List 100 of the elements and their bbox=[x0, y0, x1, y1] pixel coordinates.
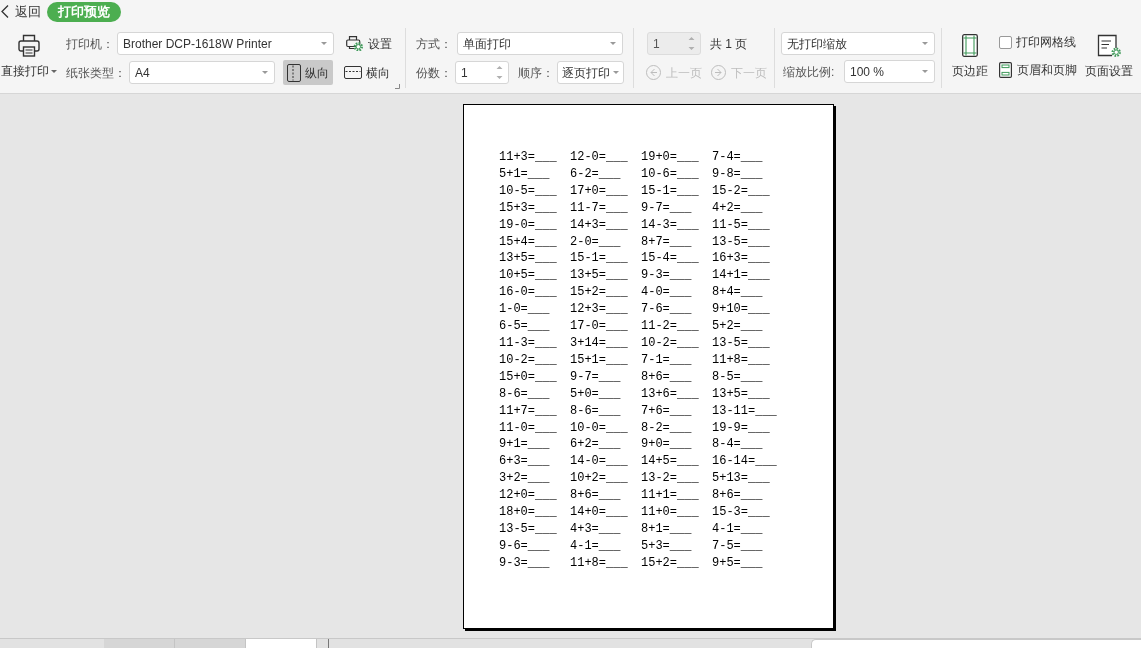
math-problem: 15-2=___ bbox=[712, 182, 771, 200]
math-problem: 11+7=___ bbox=[499, 402, 558, 420]
math-problem: 15-1=___ bbox=[641, 182, 700, 200]
math-problem: 7-4=___ bbox=[712, 149, 764, 166]
math-problem: 16+3=___ bbox=[712, 250, 771, 268]
header-footer-button[interactable]: 页眉和页脚 bbox=[999, 62, 1077, 78]
math-problem: 9+0=___ bbox=[641, 436, 693, 454]
math-problem: 15+4=___ bbox=[499, 233, 558, 251]
math-problem: 19-0=___ bbox=[499, 216, 558, 234]
math-problem: 15-4=___ bbox=[641, 250, 700, 268]
math-problem: 15-3=___ bbox=[712, 504, 771, 521]
math-problem: 18+0=___ bbox=[499, 504, 558, 521]
sheet-tab[interactable] bbox=[246, 639, 317, 648]
math-problem: 11-0=___ bbox=[499, 419, 558, 437]
math-problem: 13-5=___ bbox=[712, 334, 771, 352]
page-margins-button[interactable]: 页边距 bbox=[949, 23, 991, 93]
math-problem: 11-7=___ bbox=[570, 199, 629, 217]
math-problem: 8-6=___ bbox=[570, 402, 622, 420]
math-problem: 13+6=___ bbox=[641, 385, 700, 403]
math-problem: 9+10=___ bbox=[712, 301, 771, 319]
math-problem: 5+1=___ bbox=[499, 165, 551, 183]
math-problem: 10-5=___ bbox=[499, 182, 558, 200]
horizontal-scrollbar[interactable] bbox=[811, 639, 1141, 648]
portrait-button[interactable]: 纵向 bbox=[283, 60, 333, 85]
print-mode-dropdown[interactable]: 单面打印 bbox=[457, 32, 623, 55]
printer-gear-icon bbox=[346, 36, 363, 51]
dropdown-caret-icon bbox=[922, 70, 928, 73]
page-count-label: 共 1 页 bbox=[710, 35, 748, 53]
math-problem: 4-0=___ bbox=[641, 284, 693, 302]
print-mode-label: 方式： bbox=[416, 35, 453, 53]
zoom-ratio-label: 缩放比例: bbox=[783, 63, 836, 81]
math-problem: 12-0=___ bbox=[570, 149, 629, 166]
math-problem: 11+0=___ bbox=[641, 504, 700, 521]
math-problem: 15+2=___ bbox=[641, 554, 700, 572]
math-problem: 14+0=___ bbox=[570, 504, 629, 521]
page-setup-button[interactable]: 页面设置 bbox=[1085, 23, 1133, 93]
print-scaling-dropdown[interactable]: 无打印缩放 bbox=[781, 32, 935, 55]
math-problem: 10-2=___ bbox=[641, 334, 700, 352]
math-problem: 15-1=___ bbox=[570, 250, 629, 268]
math-problem: 10-2=___ bbox=[499, 351, 558, 369]
printer-dropdown[interactable]: Brother DCP-1618W Printer bbox=[117, 32, 334, 55]
math-problem: 13+5=___ bbox=[570, 267, 629, 285]
math-problem: 4+2=___ bbox=[712, 199, 764, 217]
math-problem: 5+3=___ bbox=[641, 537, 693, 555]
math-problem: 10+2=___ bbox=[570, 470, 629, 488]
dropdown-caret-icon bbox=[613, 71, 619, 74]
copies-field[interactable]: 1 bbox=[455, 61, 509, 84]
dropdown-caret-icon bbox=[51, 69, 57, 73]
math-problem: 3+14=___ bbox=[570, 334, 629, 352]
math-problem: 8+6=___ bbox=[641, 368, 693, 386]
math-problem: 13-5=___ bbox=[499, 520, 558, 538]
spinner-arrows-icon[interactable] bbox=[496, 65, 503, 80]
math-problem: 14+5=___ bbox=[641, 453, 700, 471]
math-problem: 16-0=___ bbox=[499, 284, 558, 302]
math-problem: 17-0=___ bbox=[570, 318, 629, 335]
checkbox-label[interactable]: 打印网格线 bbox=[1016, 33, 1076, 51]
math-problem: 11-2=___ bbox=[641, 318, 700, 335]
checkbox[interactable] bbox=[999, 35, 1012, 49]
print-order-dropdown[interactable]: 逐页打印 bbox=[557, 61, 624, 84]
left-arrow-circle-icon bbox=[646, 65, 661, 80]
math-problem: 12+0=___ bbox=[499, 487, 558, 505]
math-problem: 6+2=___ bbox=[570, 436, 622, 454]
math-problem: 7+6=___ bbox=[641, 402, 693, 420]
math-problem: 6+3=___ bbox=[499, 453, 551, 471]
direct-print-button[interactable]: 直接打印 bbox=[0, 23, 58, 93]
math-problem: 19-9=___ bbox=[712, 419, 771, 437]
math-problem: 15+2=___ bbox=[570, 284, 629, 302]
back-button[interactable]: 返回 bbox=[0, 1, 43, 22]
math-problem: 11+3=___ bbox=[499, 149, 558, 166]
paper-size-dropdown[interactable]: A4 bbox=[129, 61, 275, 84]
zoom-ratio-dropdown[interactable]: 100 % bbox=[844, 60, 935, 83]
dialog-launcher-icon[interactable] bbox=[395, 84, 400, 89]
order-label: 顺序： bbox=[518, 64, 555, 82]
math-problem: 13+5=___ bbox=[499, 250, 558, 268]
dropdown-caret-icon bbox=[262, 71, 268, 74]
math-problem: 15+3=___ bbox=[499, 199, 558, 217]
math-problem: 12+3=___ bbox=[570, 301, 629, 319]
math-problem: 8+6=___ bbox=[570, 487, 622, 505]
math-problem: 15+0=___ bbox=[499, 368, 558, 386]
math-problem: 4-1=___ bbox=[570, 537, 622, 555]
math-problem: 9-6=___ bbox=[499, 537, 551, 555]
math-problem: 8-5=___ bbox=[712, 368, 764, 386]
landscape-button[interactable]: 横向 bbox=[340, 60, 394, 85]
sheet-tab[interactable] bbox=[175, 639, 246, 648]
sheet-tab[interactable] bbox=[104, 639, 175, 648]
math-problem: 11-5=___ bbox=[712, 216, 771, 234]
math-problem: 13-5=___ bbox=[712, 233, 771, 251]
copies-label: 份数： bbox=[416, 64, 453, 82]
math-problem: 1-0=___ bbox=[499, 301, 551, 319]
math-problem: 9+5=___ bbox=[712, 554, 764, 572]
math-problem: 6-2=___ bbox=[570, 165, 622, 183]
math-problem: 14-3=___ bbox=[641, 216, 700, 234]
printer-settings-button[interactable]: 设置 bbox=[346, 34, 392, 53]
math-problem: 15+1=___ bbox=[570, 351, 629, 369]
math-problem: 8-2=___ bbox=[641, 419, 693, 437]
math-problem: 17+0=___ bbox=[570, 182, 629, 200]
math-problem: 5+13=___ bbox=[712, 470, 771, 488]
portrait-page-icon bbox=[287, 63, 301, 82]
landscape-page-icon bbox=[344, 66, 362, 79]
math-problem: 11+8=___ bbox=[570, 554, 629, 572]
